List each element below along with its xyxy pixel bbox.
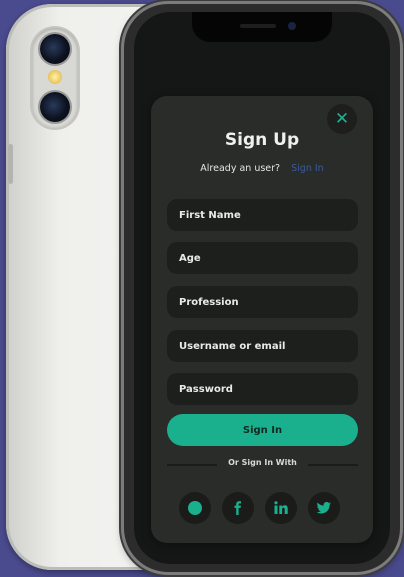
username-email-input[interactable]: Username or email (167, 330, 358, 362)
password-input[interactable]: Password (167, 373, 358, 405)
divider-text: Or Sign In With (228, 458, 297, 467)
camera-module (32, 28, 78, 128)
profession-placeholder: Profession (179, 296, 239, 308)
front-camera (288, 22, 296, 30)
linkedin-sign-in-button[interactable] (265, 492, 297, 524)
google-icon (188, 501, 202, 515)
twitter-icon (316, 502, 331, 514)
speaker-grille (240, 24, 276, 28)
facebook-sign-in-button[interactable] (222, 492, 254, 524)
page-title: Sign Up (224, 130, 300, 150)
google-sign-in-button[interactable] (179, 492, 211, 524)
facebook-icon (234, 501, 241, 515)
sign-in-link[interactable]: Sign In (291, 163, 324, 174)
sign-in-button-label: Sign In (242, 424, 283, 436)
already-user-text: Already an user? (200, 163, 281, 174)
twitter-sign-in-button[interactable] (308, 492, 340, 524)
age-placeholder: Age (179, 252, 201, 264)
password-placeholder: Password (179, 383, 233, 395)
profession-input[interactable]: Profession (167, 286, 358, 318)
already-user-row: Already an user? Sign In (151, 163, 373, 174)
camera-lens-bottom (40, 92, 70, 122)
phone-notch (192, 12, 332, 42)
signup-card: ✕ Sign Up Already an user? Sign In First… (151, 96, 373, 543)
first-name-placeholder: First Name (179, 209, 241, 221)
first-name-input[interactable]: First Name (167, 199, 358, 231)
username-email-placeholder: Username or email (179, 340, 286, 352)
camera-lens-top (40, 34, 70, 64)
camera-flash (48, 70, 62, 84)
linkedin-icon (274, 501, 288, 514)
social-divider: Or Sign In With (167, 458, 358, 470)
age-input[interactable]: Age (167, 242, 358, 274)
side-button (8, 144, 13, 184)
sign-in-button[interactable]: Sign In (167, 414, 358, 446)
close-icon: ✕ (334, 109, 350, 129)
